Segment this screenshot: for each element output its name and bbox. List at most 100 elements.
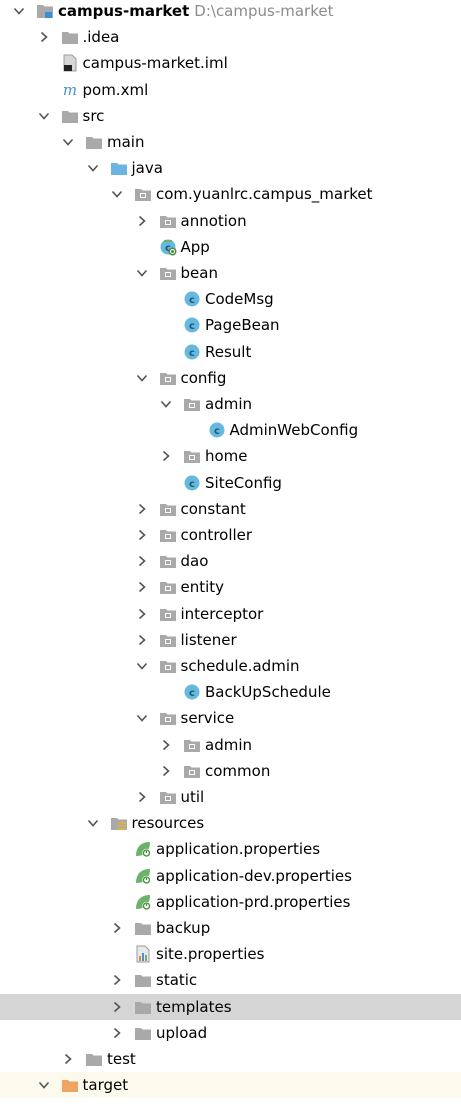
- tree-item-label: bean: [180, 264, 218, 282]
- tree-row-listener[interactable]: listener: [0, 627, 461, 653]
- tree-row-controller[interactable]: controller: [0, 522, 461, 548]
- chevron-right-icon[interactable]: [61, 1051, 75, 1067]
- tree-row-campus-market-iml[interactable]: campus-market.iml: [0, 50, 461, 76]
- tree-row-idea[interactable]: .idea: [0, 24, 461, 50]
- tree-row-codemsg[interactable]: c CodeMsg: [0, 286, 461, 312]
- tree-row-backupschedule[interactable]: c BackUpSchedule: [0, 679, 461, 705]
- tree-row-admin[interactable]: admin: [0, 391, 461, 417]
- chevron-down-icon[interactable]: [37, 108, 51, 124]
- tree-row-home[interactable]: home: [0, 443, 461, 469]
- chevron-right-icon[interactable]: [135, 527, 149, 543]
- tree-row-backup[interactable]: backup: [0, 915, 461, 941]
- chevron-right-icon[interactable]: [159, 763, 173, 779]
- package-icon: [159, 500, 177, 518]
- tree-row-admin[interactable]: admin: [0, 732, 461, 758]
- tree-row-static[interactable]: static: [0, 967, 461, 993]
- chevron-down-icon[interactable]: [135, 710, 149, 726]
- chevron-down-icon[interactable]: [135, 658, 149, 674]
- chevron-right-icon[interactable]: [159, 737, 173, 753]
- package-icon: [159, 657, 177, 675]
- package-icon: [183, 395, 201, 413]
- tree-row-com-yuanlrc-campus-market[interactable]: com.yuanlrc.campus_market: [0, 181, 461, 207]
- tree-row-java[interactable]: java: [0, 155, 461, 181]
- tree-item-label: src: [82, 106, 105, 125]
- chevron-down-icon[interactable]: [110, 186, 124, 202]
- resources-folder-icon: [110, 814, 128, 832]
- tree-item-label: test: [107, 1050, 136, 1068]
- tree-row-site-properties[interactable]: site.properties: [0, 941, 461, 967]
- tree-row-upload[interactable]: upload: [0, 1020, 461, 1046]
- tree-row-dao[interactable]: dao: [0, 548, 461, 574]
- chevron-down-icon[interactable]: [86, 815, 100, 831]
- tree-row-application-prd-properties[interactable]: application-prd.properties: [0, 889, 461, 915]
- tree-row-common[interactable]: common: [0, 758, 461, 784]
- tree-row-constant[interactable]: constant: [0, 496, 461, 522]
- svg-text:c: c: [189, 348, 195, 359]
- tree-row-templates[interactable]: templates: [0, 993, 461, 1020]
- tree-row-campus-market[interactable]: campus-market D:\campus-market: [0, 0, 461, 24]
- maven-icon: m: [61, 81, 79, 99]
- chevron-right-icon[interactable]: [135, 606, 149, 622]
- tree-row-src[interactable]: src: [0, 103, 461, 129]
- tree-row-interceptor[interactable]: interceptor: [0, 601, 461, 627]
- chevron-right-icon[interactable]: [37, 29, 51, 45]
- chevron-down-icon[interactable]: [37, 1077, 51, 1093]
- package-icon: [159, 631, 177, 649]
- tree-row-application-properties[interactable]: application.properties: [0, 836, 461, 862]
- class-icon: c: [208, 421, 226, 439]
- chevron-right-icon[interactable]: [110, 999, 124, 1015]
- tree-row-result[interactable]: c Result: [0, 339, 461, 365]
- spring-properties-icon: [134, 867, 152, 885]
- tree-row-adminwebconfig[interactable]: c AdminWebConfig: [0, 417, 461, 443]
- properties-file-icon: [134, 945, 152, 963]
- chevron-down-icon[interactable]: [135, 370, 149, 386]
- tree-row-resources[interactable]: resources: [0, 810, 461, 836]
- tree-row-target[interactable]: target: [0, 1072, 461, 1099]
- tree-row-schedule-admin[interactable]: schedule.admin: [0, 653, 461, 679]
- tree-item-label: AdminWebConfig: [229, 421, 359, 440]
- package-icon: [159, 264, 177, 282]
- chevron-right-icon[interactable]: [135, 501, 149, 517]
- chevron-right-icon[interactable]: [135, 213, 149, 229]
- tree-row-test[interactable]: test: [0, 1046, 461, 1072]
- chevron-right-icon[interactable]: [110, 1025, 124, 1041]
- chevron-down-icon[interactable]: [86, 160, 100, 176]
- tree-row-config[interactable]: config: [0, 365, 461, 391]
- tree-row-pom-xml[interactable]: m pom.xml: [0, 77, 461, 103]
- svg-text:c: c: [189, 688, 195, 699]
- chevron-down-icon[interactable]: [61, 134, 75, 150]
- package-icon: [159, 369, 177, 387]
- chevron-down-icon[interactable]: [159, 396, 173, 412]
- chevron-right-icon[interactable]: [110, 920, 124, 936]
- chevron-right-icon[interactable]: [135, 632, 149, 648]
- tree-row-application-dev-properties[interactable]: application-dev.properties: [0, 863, 461, 889]
- tree-item-label: templates: [156, 997, 232, 1016]
- tree-row-siteconfig[interactable]: c SiteConfig: [0, 470, 461, 496]
- tree-item-label: entity: [180, 578, 225, 597]
- tree-item-label: interceptor: [180, 604, 264, 623]
- tree-row-app[interactable]: c App: [0, 234, 461, 260]
- tree-row-main[interactable]: main: [0, 129, 461, 155]
- folder-icon: [85, 133, 103, 151]
- chevron-down-icon[interactable]: [135, 265, 149, 281]
- tree-item-label: application.properties: [156, 840, 321, 859]
- chevron-right-icon[interactable]: [135, 579, 149, 595]
- chevron-right-icon[interactable]: [110, 972, 124, 988]
- tree-item-label: listener: [180, 630, 237, 649]
- project-tree[interactable]: campus-market D:\campus-market .idea campus…: [0, 0, 461, 1110]
- tree-row-service[interactable]: service: [0, 705, 461, 731]
- folder-icon: [134, 919, 152, 937]
- tree-row-bean[interactable]: bean: [0, 260, 461, 286]
- folder-icon: [85, 1050, 103, 1068]
- chevron-right-icon[interactable]: [135, 553, 149, 569]
- chevron-right-icon[interactable]: [135, 789, 149, 805]
- tree-row-pagebean[interactable]: c PageBean: [0, 312, 461, 338]
- tree-row-util[interactable]: util: [0, 784, 461, 810]
- tree-row-entity[interactable]: entity: [0, 574, 461, 600]
- chevron-right-icon[interactable]: [159, 448, 173, 464]
- tree-row-annotion[interactable]: annotion: [0, 208, 461, 234]
- chevron-down-icon[interactable]: [12, 3, 26, 19]
- package-icon: [159, 526, 177, 544]
- tree-item-label: annotion: [180, 211, 247, 230]
- svg-text:c: c: [214, 426, 220, 437]
